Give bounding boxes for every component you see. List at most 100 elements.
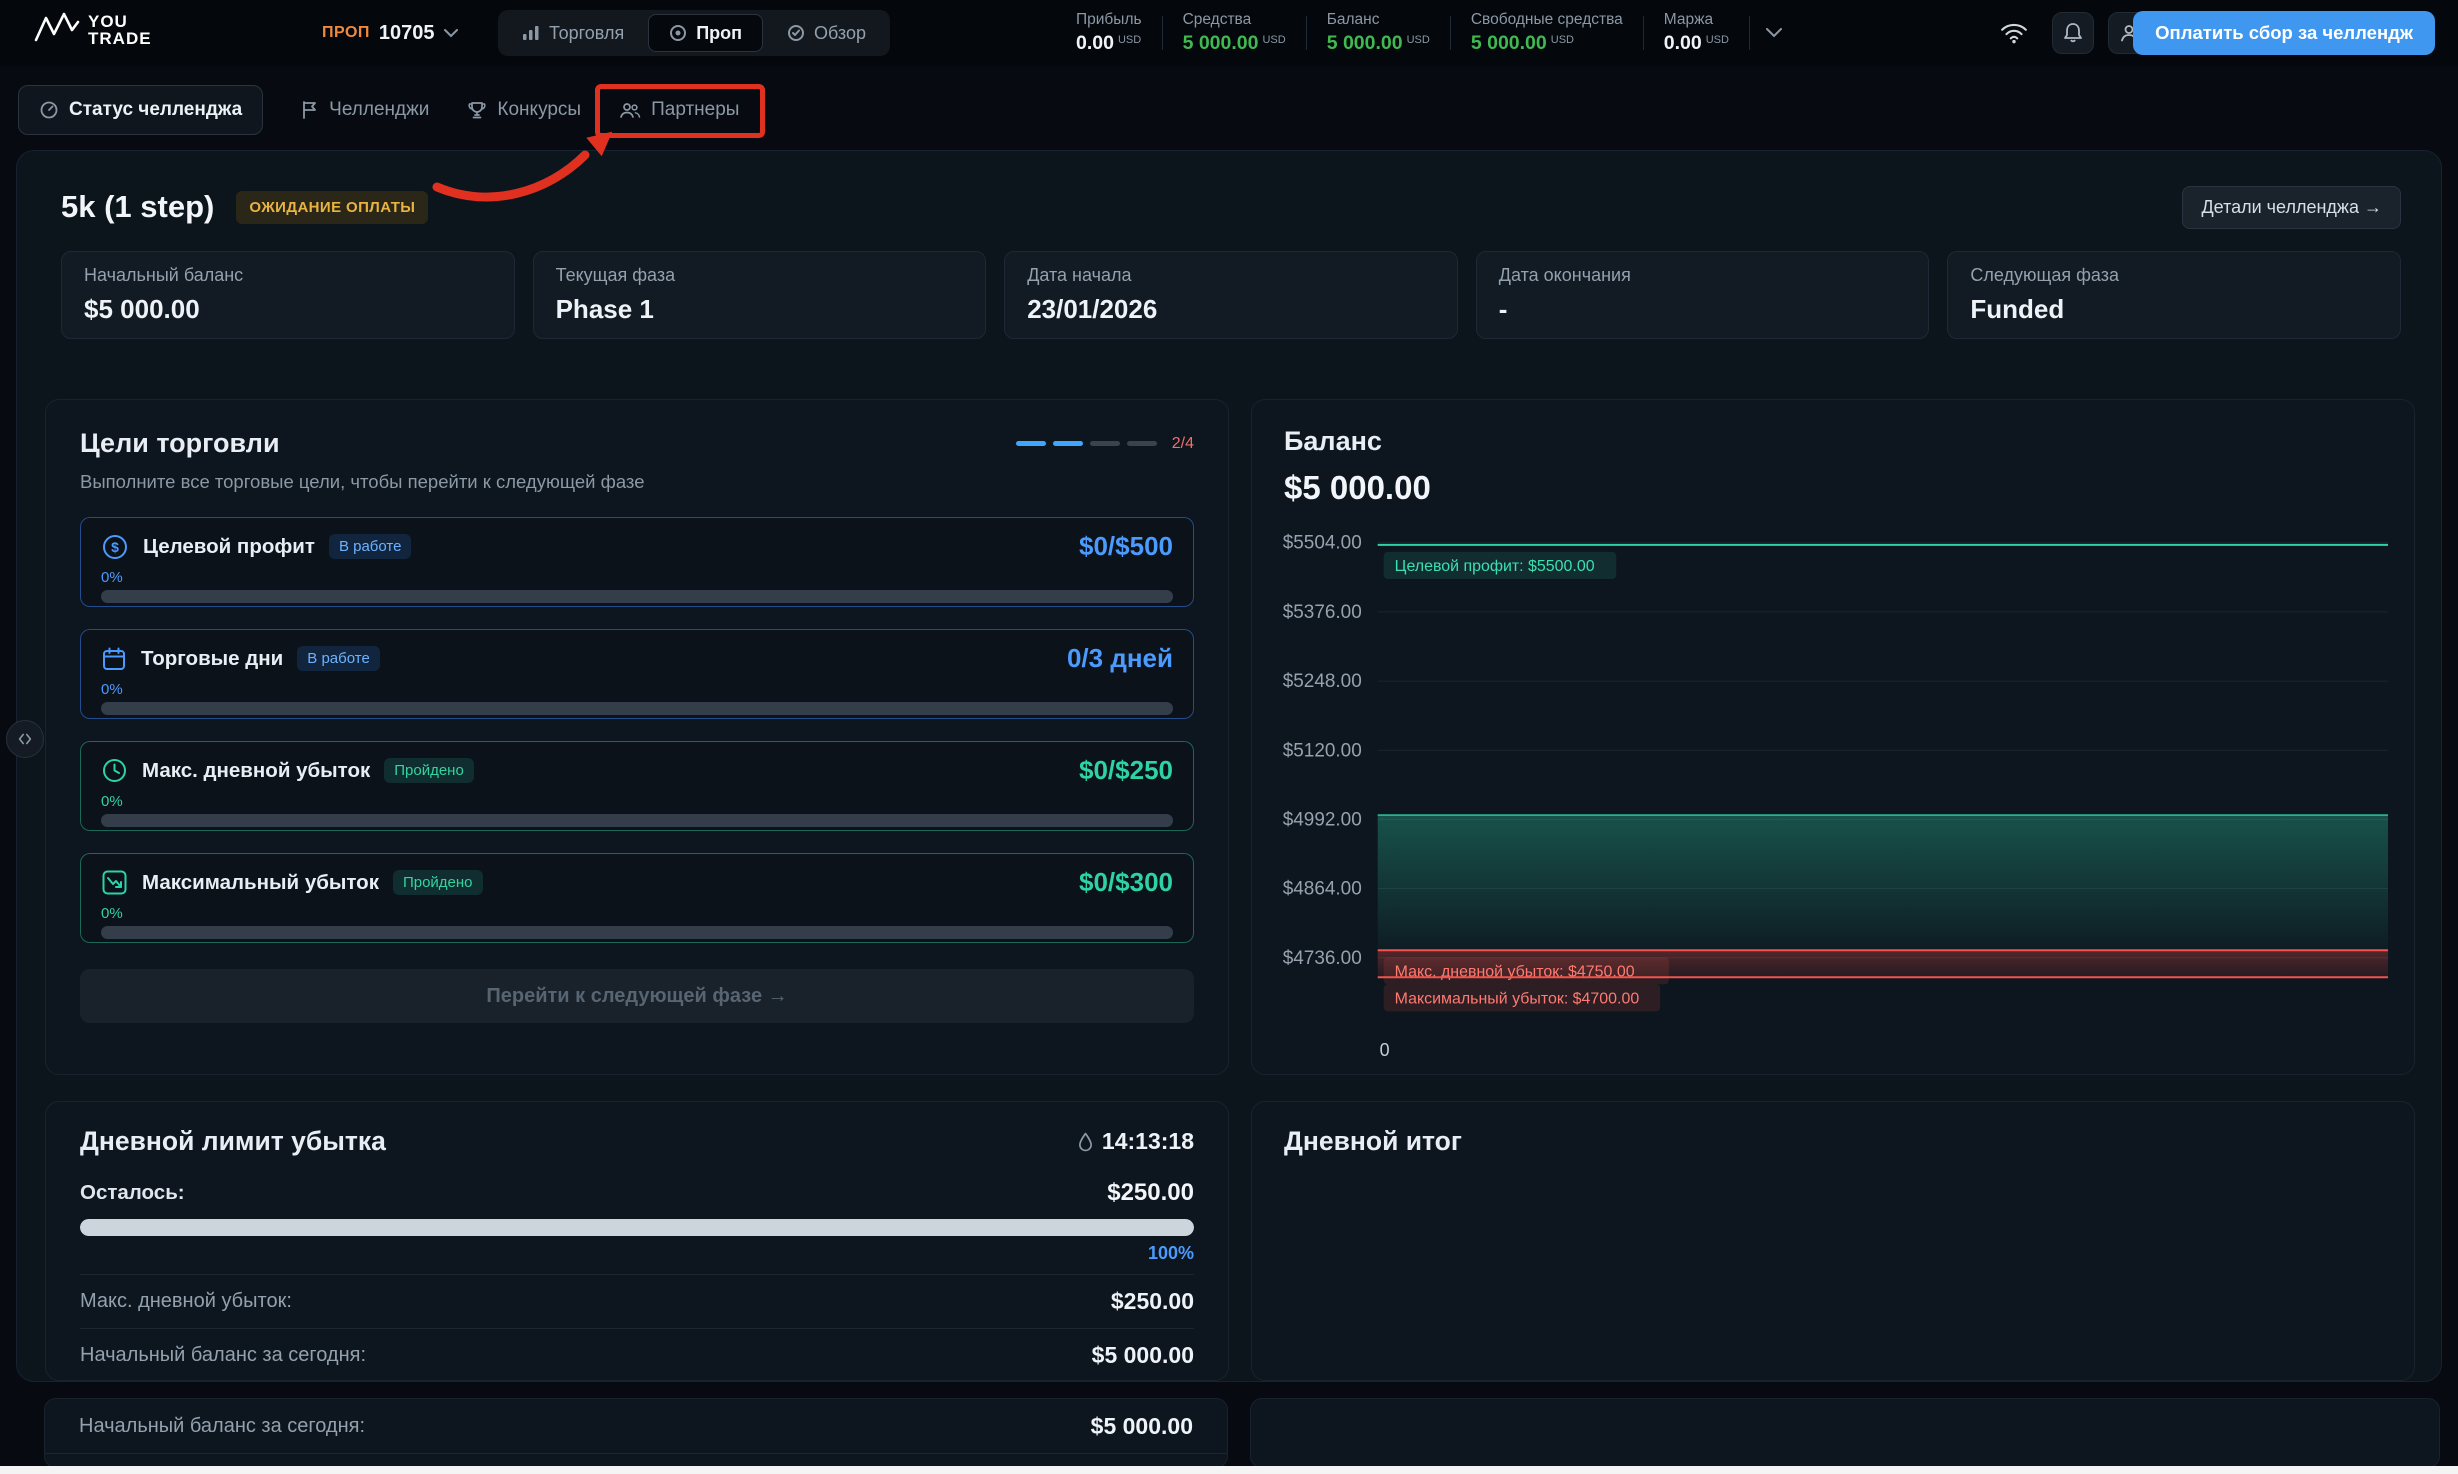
- daily-limit-timer: 14:13:18: [1078, 1128, 1194, 1155]
- pager-count: 2/4: [1172, 435, 1194, 453]
- challenge-details-button[interactable]: Детали челленджа →: [2182, 186, 2401, 229]
- daily-limit-progress-track: [80, 1219, 1194, 1236]
- account-selector[interactable]: ПРОП 10705: [322, 0, 458, 66]
- svg-text:$5120.00: $5120.00: [1283, 740, 1362, 761]
- svg-text:$4864.00: $4864.00: [1283, 879, 1362, 900]
- trend-down-icon: [101, 869, 128, 896]
- goal-status-badge: Пройдено: [384, 758, 474, 783]
- goal-card-max-daily-loss: Макс. дневной убыток Пройдено $0/$250 0%: [80, 741, 1194, 831]
- goal-progress-track: [101, 926, 1173, 939]
- goal-card-max-loss: Максимальный убыток Пройдено $0/$300 0%: [80, 853, 1194, 943]
- gauge-icon: [39, 100, 59, 120]
- logo[interactable]: YOU TRADE: [34, 10, 152, 50]
- logo-text: YOU TRADE: [88, 13, 152, 47]
- stat-free-funds: Свободные средства 5 000.00USD: [1451, 11, 1643, 55]
- tab-partners[interactable]: Партнеры: [619, 99, 739, 121]
- goal-value: 0/3 дней: [1067, 643, 1173, 674]
- daily-summary-title: Дневной итог: [1284, 1126, 2382, 1157]
- trophy-icon: [467, 100, 487, 120]
- svg-text:$5248.00: $5248.00: [1283, 671, 1362, 692]
- daily-limit-progress-fill: [80, 1219, 1194, 1236]
- daily-summary-panel: Дневной итог: [1251, 1101, 2415, 1381]
- bottom-strip-left: Начальный баланс за сегодня: $5 000.00: [44, 1398, 1228, 1468]
- divider: [45, 1453, 1227, 1454]
- nav-prop[interactable]: Проп: [648, 14, 763, 52]
- trading-goals-panel: Цели торговли 2/4 Выполните все торговые…: [45, 399, 1229, 1075]
- stat-balance: Баланс 5 000.00USD: [1307, 11, 1450, 55]
- goals-title: Цели торговли: [80, 428, 280, 459]
- table-row: Начальный баланс за сегодня: $5 000.00: [45, 1399, 1227, 1453]
- logo-line1: YOU: [88, 13, 152, 30]
- section-tabs: Статус челленджа Челленджи Конкурсы Парт…: [18, 84, 739, 136]
- balance-value: $5 000.00: [1284, 469, 2396, 507]
- challenge-title: 5k (1 step): [61, 189, 214, 225]
- goal-status-badge: В работе: [329, 534, 412, 559]
- tab-contests[interactable]: Конкурсы: [467, 99, 581, 121]
- currency-unit: USD: [1551, 34, 1574, 46]
- bottom-strip-right: [1250, 1398, 2440, 1468]
- pay-challenge-fee-button[interactable]: Оплатить сбор за челлендж: [2133, 11, 2435, 55]
- tab-challenges[interactable]: Челленджи: [301, 99, 429, 121]
- clock-icon: [101, 757, 128, 784]
- pager-bar: [1127, 441, 1157, 446]
- remaining-label: Осталось:: [80, 1181, 185, 1205]
- goal-card-target-profit: $ Целевой профит В работе $0/$500 0%: [80, 517, 1194, 607]
- goal-progress-pct: 0%: [101, 793, 1173, 810]
- currency-unit: USD: [1118, 34, 1141, 46]
- notifications-button[interactable]: [2052, 12, 2094, 54]
- goal-progress-pct: 0%: [101, 905, 1173, 922]
- check-circle-icon: [787, 24, 805, 42]
- goals-list: $ Целевой профит В работе $0/$500 0% Тор…: [80, 517, 1194, 943]
- goal-progress-pct: 0%: [101, 681, 1173, 698]
- stat-profit: Прибыль 0.00USD: [1076, 11, 1162, 55]
- payment-status-badge: ОЖИДАНИЕ ОПЛАТЫ: [236, 191, 428, 224]
- goals-subtitle: Выполните все торговые цели, чтобы перей…: [80, 471, 1194, 493]
- stats-expand-button[interactable]: [1750, 28, 1798, 38]
- account-id: 10705: [379, 22, 435, 45]
- bell-icon: [2063, 22, 2083, 44]
- table-row: Макс. дневной убыток: $250.00: [80, 1274, 1194, 1328]
- pager-bar: [1090, 441, 1120, 446]
- svg-text:0: 0: [1380, 1040, 1390, 1060]
- svg-text:$5504.00: $5504.00: [1283, 533, 1362, 554]
- chevron-down-icon: [444, 29, 458, 38]
- goal-value: $0/$250: [1079, 755, 1173, 786]
- next-phase-button[interactable]: Перейти к следующей фазе →: [80, 969, 1194, 1023]
- goal-progress-track: [101, 590, 1173, 603]
- table-row: Начальный баланс за сегодня: $5 000.00: [80, 1328, 1194, 1381]
- goal-progress-track: [101, 814, 1173, 827]
- svg-text:$: $: [111, 539, 119, 555]
- daily-limit-progress-pct: 100%: [80, 1243, 1194, 1264]
- tab-label: Конкурсы: [497, 99, 581, 121]
- tab-challenge-status[interactable]: Статус челленджа: [18, 85, 263, 135]
- nav-trading[interactable]: Торговля: [502, 14, 644, 52]
- goal-status-badge: Пройдено: [393, 870, 483, 895]
- nav-overview[interactable]: Обзор: [767, 14, 886, 52]
- stat-funds: Средства 5 000.00USD: [1163, 11, 1306, 55]
- nav-prop-label: Проп: [696, 23, 742, 44]
- header-nav: Торговля Проп Обзор: [498, 10, 890, 56]
- calendar-icon: [101, 646, 127, 672]
- remaining-value: $250.00: [1107, 1179, 1194, 1207]
- goal-status-badge: В работе: [297, 646, 380, 671]
- svg-text:Целевой профит: $5500.00: Целевой профит: $5500.00: [1395, 558, 1595, 575]
- timer-value: 14:13:18: [1102, 1128, 1194, 1155]
- account-stats: Прибыль 0.00USD Средства 5 000.00USD Бал…: [1076, 0, 1798, 66]
- nav-overview-label: Обзор: [814, 23, 866, 44]
- balance-panel: Баланс $5 000.00 $5504.00$5376.00$5248.0…: [1251, 399, 2415, 1075]
- svg-text:$5376.00: $5376.00: [1283, 602, 1362, 623]
- tab-label: Партнеры: [651, 99, 739, 121]
- currency-unit: USD: [1706, 34, 1729, 46]
- goal-progress-track: [101, 702, 1173, 715]
- tab-label: Статус челленджа: [69, 99, 242, 121]
- goal-progress-pct: 0%: [101, 569, 1173, 586]
- svg-text:$4992.00: $4992.00: [1283, 809, 1362, 830]
- sidebar-toggle[interactable]: [6, 720, 44, 758]
- chart-bars-icon: [522, 25, 540, 41]
- daily-limit-title: Дневной лимит убытка: [80, 1126, 386, 1157]
- currency-unit: USD: [1407, 34, 1430, 46]
- pager-bar: [1016, 441, 1046, 446]
- top-bar: YOU TRADE ПРОП 10705 Торговля Проп Обзор: [0, 0, 2458, 66]
- target-icon: [669, 24, 687, 42]
- wifi-icon: [2000, 22, 2028, 44]
